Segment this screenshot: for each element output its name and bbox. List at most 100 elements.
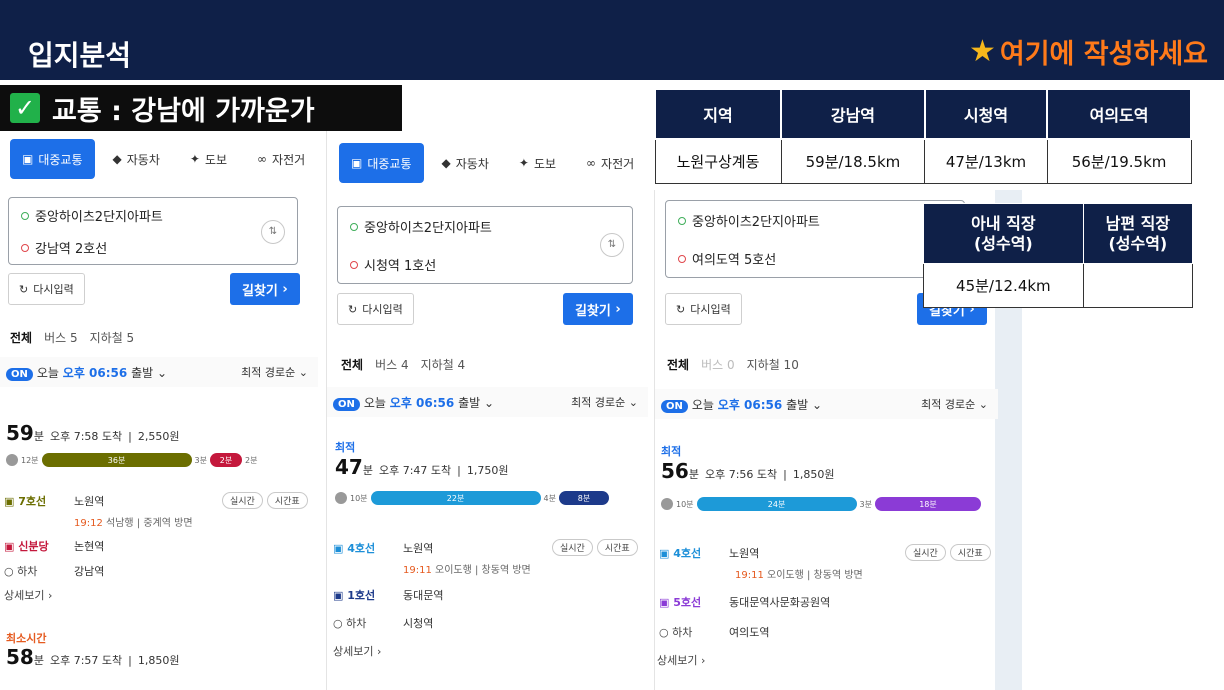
result-filter: 전체 버스 0 지하철 10: [667, 356, 799, 373]
timetable-button[interactable]: 시간표: [596, 539, 638, 556]
step-sub: 19:11 오이도행 | 창동역 방면: [403, 565, 531, 576]
table-cell[interactable]: 노원구상계동: [654, 138, 782, 184]
tab-walk[interactable]: ✦ 도보: [507, 143, 568, 183]
route-summary[interactable]: 59분 오후 7:58 도착 | 2,550원: [6, 421, 180, 445]
bar-segment-4: 22분: [370, 491, 541, 505]
table-row: 노원구상계동 59분/18.5km 47분/13km 56분/19.5km: [654, 138, 1192, 184]
swap-icon[interactable]: ⇅: [600, 233, 624, 257]
car-icon: ◆: [441, 156, 451, 170]
on-badge[interactable]: ON: [6, 367, 33, 381]
mode-tabs: ▣ 대중교통 ◆ 자동차 ✦ 도보 ∞ 자전거: [339, 143, 646, 183]
destination-dot-icon: [678, 254, 686, 263]
route-summary[interactable]: 56분 오후 7:56 도착 | 1,850원: [661, 459, 835, 483]
star-icon: ★: [968, 33, 996, 69]
bar-mid-label: 3분: [194, 455, 207, 465]
station-name: 동대문역사문화공원역: [729, 596, 831, 609]
more-link[interactable]: 상세보기 ›: [657, 652, 705, 668]
table-cell[interactable]: 47분/13km: [924, 138, 1048, 184]
origin-field[interactable]: 중앙하이츠2단지아파트: [21, 206, 163, 225]
find-route-button[interactable]: 길찾기 ›: [563, 293, 633, 325]
on-badge[interactable]: ON: [333, 397, 360, 411]
header-cell: 시청역: [923, 88, 1049, 140]
realtime-button[interactable]: 실시간: [222, 492, 263, 509]
destination-field[interactable]: 여의도역 5호선: [678, 249, 776, 268]
table-header-row: 아내 직장 (성수역) 남편 직장 (성수역): [923, 203, 1194, 264]
station-name: 노원역: [729, 546, 760, 560]
mode-tabs: ▣ 대중교통 ◆ 자동차 ✦ 도보 ∞ 자전거: [10, 139, 317, 179]
destination-dot-icon: [21, 243, 29, 252]
tab-transit[interactable]: ▣ 대중교통: [10, 139, 95, 179]
table-cell[interactable]: 59분/18.5km: [780, 138, 926, 184]
filter-subway[interactable]: 지하철 10: [747, 356, 799, 373]
line-label: ○ 하차: [659, 626, 693, 639]
bus-icon: ▣: [351, 156, 363, 170]
table-cell[interactable]: 56분/19.5km: [1046, 138, 1192, 184]
bar-segment-1: 8분: [559, 491, 609, 505]
sort-select[interactable]: 최적 경로순 ⌄: [571, 394, 638, 410]
tab-transit[interactable]: ▣ 대중교통: [339, 143, 424, 183]
destination-field[interactable]: 강남역 2호선: [21, 238, 107, 257]
more-link[interactable]: 상세보기 ›: [333, 643, 381, 659]
reset-button[interactable]: ↻ 다시입력: [665, 293, 742, 325]
tab-car[interactable]: ◆ 자동차: [101, 139, 172, 179]
table-cell[interactable]: [1082, 263, 1194, 308]
sort-select[interactable]: 최적 경로순 ⌄: [921, 396, 988, 412]
filter-all[interactable]: 전체: [341, 356, 363, 373]
filter-subway[interactable]: 지하철 4: [421, 356, 466, 373]
reset-button[interactable]: ↻ 다시입력: [8, 273, 85, 305]
min-time-label: 최소시간: [6, 632, 47, 645]
station-name: 여의도역: [729, 626, 770, 639]
origin-dot-icon: [21, 211, 29, 220]
tab-car[interactable]: ◆ 자동차: [430, 143, 501, 183]
departure-row: ON 오늘 오후 06:56 출발 ⌄ 최적 경로순 ⌄: [655, 389, 998, 419]
route-input-box: 중앙하이츠2단지아파트 시청역 1호선 ⇅: [337, 206, 633, 284]
origin-dot-icon: [350, 222, 358, 231]
write-here-text: 여기에 작성하세요: [999, 39, 1208, 70]
on-badge[interactable]: ON: [661, 399, 688, 413]
route-panel-gangnam: ▣ 대중교통 ◆ 자동차 ✦ 도보 ∞ 자전거 중앙하이츠2단지아파트 강남역 2호선 …: [0, 131, 318, 690]
best-label: 최적: [335, 441, 356, 454]
destination-field[interactable]: 시청역 1호선: [350, 255, 436, 274]
find-route-button[interactable]: 길찾기 ›: [230, 273, 300, 305]
table-row: 45분/12.4km: [923, 263, 1194, 308]
header-wife-work: 아내 직장 (성수역): [923, 203, 1084, 264]
commute-table: 지역 강남역 시청역 여의도역 노원구상계동 59분/18.5km 47분/13…: [653, 88, 1192, 184]
timetable-button[interactable]: 시간표: [266, 492, 308, 509]
walk-icon: [335, 492, 347, 504]
car-icon: ◆: [112, 152, 122, 166]
realtime-button[interactable]: 실시간: [552, 539, 593, 556]
step-row: ○ 하차 시청역: [333, 615, 433, 631]
bar-tail-label: 2분: [245, 455, 258, 465]
filter-bus[interactable]: 버스 5: [44, 329, 78, 346]
refresh-icon: ↻: [676, 302, 686, 316]
route-summary[interactable]: 58분 오후 7:57 도착 | 1,850원: [6, 645, 180, 669]
origin-field[interactable]: 중앙하이츠2단지아파트: [350, 217, 492, 236]
sort-select[interactable]: 최적 경로순 ⌄: [241, 364, 308, 380]
filter-bus[interactable]: 버스 4: [375, 356, 409, 373]
best-label: 최적: [661, 445, 682, 458]
timetable-button[interactable]: 시간표: [949, 544, 991, 561]
step-sub: 19:11 오이도행 | 창동역 방면: [735, 570, 863, 581]
reset-button[interactable]: ↻ 다시입력: [337, 293, 414, 325]
tab-bike[interactable]: ∞ 자전거: [574, 143, 646, 183]
filter-all[interactable]: 전체: [10, 329, 32, 346]
header-husband-work: 남편 직장 (성수역): [1082, 203, 1194, 264]
header-bar: 입지분석 ★ 여기에 작성하세요: [0, 0, 1224, 80]
filter-subway[interactable]: 지하철 5: [90, 329, 135, 346]
origin-field[interactable]: 중앙하이츠2단지아파트: [678, 211, 820, 230]
tab-bike[interactable]: ∞ 자전거: [245, 139, 317, 179]
tab-walk[interactable]: ✦ 도보: [178, 139, 239, 179]
table-cell[interactable]: 45분/12.4km: [923, 263, 1084, 308]
filter-all[interactable]: 전체: [667, 356, 689, 373]
station-name: 강남역: [74, 565, 105, 578]
refresh-icon: ↻: [348, 302, 358, 316]
more-link[interactable]: 상세보기 ›: [4, 587, 52, 603]
filter-bus[interactable]: 버스 0: [701, 356, 735, 373]
swap-icon[interactable]: ⇅: [261, 220, 285, 244]
station-name: 노원역: [403, 541, 434, 555]
station-name: 동대문역: [403, 589, 444, 602]
route-summary[interactable]: 47분 오후 7:47 도착 | 1,750원: [335, 455, 509, 479]
station-name: 시청역: [403, 617, 434, 630]
bar-walk-label: 10분: [676, 499, 694, 509]
realtime-button[interactable]: 실시간: [905, 544, 946, 561]
